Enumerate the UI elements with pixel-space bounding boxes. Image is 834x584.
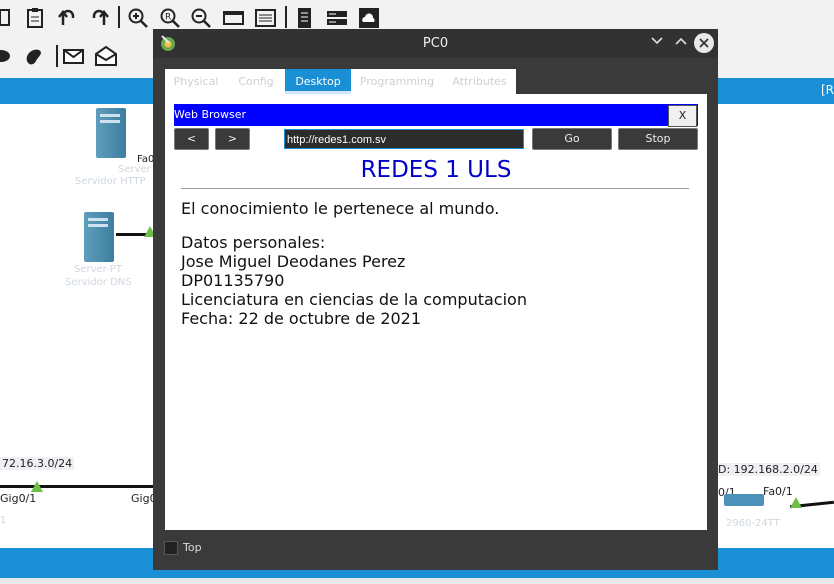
mail-icon[interactable] <box>63 45 85 67</box>
port-label: Gig0/1 <box>0 492 37 505</box>
toolbar-divider <box>285 6 287 28</box>
ellipse-icon[interactable] <box>0 45 12 67</box>
copy-icon[interactable] <box>0 7 22 29</box>
palette-icon[interactable] <box>255 7 277 29</box>
network-label-left: 72.16.3.0/24 <box>0 457 75 470</box>
open-mail-icon[interactable] <box>95 45 117 67</box>
bottom-panel-strip <box>0 578 834 584</box>
url-input[interactable]: http://redes1.com.sv <box>284 129 524 149</box>
web-browser-app: Web Browser X < > URL http://redes1.com.… <box>173 100 699 522</box>
pc0-window: PC0 Physical Config Desktop Programming … <box>153 29 718 570</box>
cloud-icon[interactable] <box>358 7 380 29</box>
tab-programming[interactable]: Programming <box>351 69 443 94</box>
go-button[interactable]: Go <box>532 128 612 150</box>
page-text-line: El conocimiento le pertenece al mundo. <box>181 199 500 218</box>
network-label-right: D: 192.168.2.0/24 <box>716 463 820 476</box>
server-dns-type: Server-PT <box>74 264 122 275</box>
desktop-panel: Web Browser X < > URL http://redes1.com.… <box>165 94 707 530</box>
top-checkbox[interactable] <box>164 541 178 555</box>
chevron-down-icon <box>651 37 663 45</box>
device-icon[interactable] <box>326 7 348 29</box>
server-dns-name: Servidor DNS <box>65 277 132 288</box>
window-title: PC0 <box>422 36 449 51</box>
minimize-button[interactable] <box>648 34 666 52</box>
toolbar-divider <box>118 6 120 28</box>
close-button[interactable] <box>694 33 714 53</box>
zoom-in-icon[interactable] <box>127 7 149 29</box>
freeform-icon[interactable] <box>24 45 46 67</box>
zoom-out-icon[interactable] <box>190 7 212 29</box>
page-heading: REDES 1 ULS <box>360 157 512 183</box>
page-divider <box>181 188 689 189</box>
server-http-icon[interactable] <box>96 108 126 158</box>
zoom-reset-icon[interactable]: R <box>159 7 181 29</box>
server-http-type: Server <box>118 164 151 175</box>
rectangle-icon[interactable] <box>223 7 245 29</box>
cable[interactable] <box>0 485 160 488</box>
page-text-line: Jose Miguel Deodanes Perez <box>181 252 406 271</box>
maximize-button[interactable] <box>672 34 690 52</box>
web-browser-close-button[interactable]: X <box>668 105 697 127</box>
webpage-content: REDES 1 ULS El conocimiento le pertenece… <box>173 154 699 522</box>
port-label: 1 <box>0 515 7 526</box>
chevron-up-icon <box>675 37 687 45</box>
server-http-port: Fa0 <box>137 154 155 165</box>
tab-bar: Physical Config Desktop Programming Attr… <box>165 69 516 94</box>
link-up-indicator-icon <box>31 481 43 492</box>
tab-attributes[interactable]: Attributes <box>443 69 516 94</box>
switch-icon[interactable] <box>724 494 764 506</box>
forward-button[interactable]: > <box>215 128 250 150</box>
svg-text:R: R <box>165 13 171 23</box>
url-label: URL <box>255 131 277 144</box>
tab-config[interactable]: Config <box>227 69 285 94</box>
server-http-name: Servidor HTTP <box>75 176 146 187</box>
server-dns-icon[interactable] <box>84 212 114 262</box>
window-titlebar[interactable]: PC0 <box>153 29 718 58</box>
page-text-line: Datos personales: <box>181 233 326 252</box>
toolbar-divider <box>56 45 58 67</box>
web-browser-title: Web Browser <box>174 108 247 121</box>
paste-icon[interactable] <box>25 7 47 29</box>
switch-label: 2960-24TT <box>726 518 780 529</box>
tab-desktop[interactable]: Desktop <box>285 69 351 94</box>
stop-button[interactable]: Stop <box>618 128 698 150</box>
page-text-line: Fecha: 22 de octubre de 2021 <box>181 309 422 328</box>
tab-physical[interactable]: Physical <box>165 69 227 94</box>
link-up-indicator-icon <box>790 497 802 508</box>
workspace-header-label: [R <box>820 83 834 97</box>
redo-icon[interactable] <box>88 7 110 29</box>
page-text-line: Licenciatura en ciencias de la computaci… <box>181 290 527 309</box>
web-browser-header: Web Browser X <box>174 104 698 127</box>
page-text-line: DP01135790 <box>181 271 285 290</box>
undo-icon[interactable] <box>57 7 79 29</box>
top-checkbox-label: Top <box>183 541 202 554</box>
back-button[interactable]: < <box>174 128 209 150</box>
port-label: Fa0/1 <box>763 485 793 498</box>
document-icon[interactable] <box>294 7 316 29</box>
close-icon <box>699 38 709 48</box>
